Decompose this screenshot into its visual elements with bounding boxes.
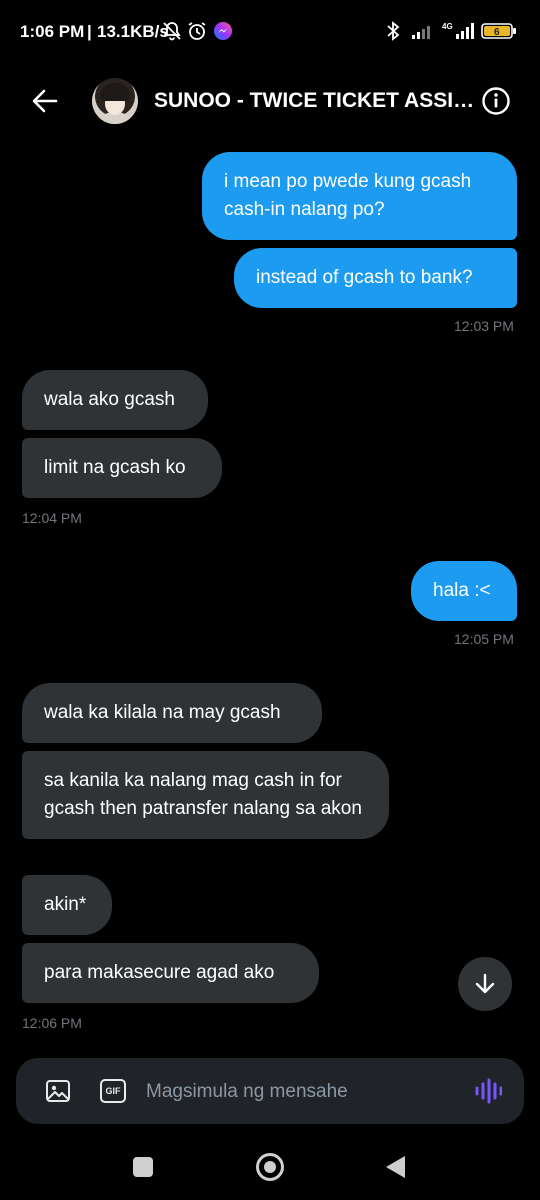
conversation-title[interactable]: SUNOO - TWICE TICKET ASSISTANCE — [154, 89, 480, 113]
avatar[interactable] — [92, 78, 138, 124]
message-bubble-sent[interactable]: i mean po pwede kung gcash cash-in nalan… — [202, 152, 517, 240]
message-text: para makasecure agad ako — [44, 962, 275, 983]
message-bubble-received[interactable]: para makasecure agad ako — [22, 943, 319, 1003]
message-text: i mean po pwede kung gcash cash-in nalan… — [224, 171, 472, 220]
recents-button[interactable] — [133, 1157, 153, 1177]
message-bubble-received[interactable]: wala ka kilala na may gcash — [22, 683, 322, 743]
alarm-icon — [187, 21, 207, 46]
home-button[interactable] — [256, 1153, 284, 1181]
svg-text:6: 6 — [494, 27, 500, 38]
conversation-header: SUNOO - TWICE TICKET ASSISTANCE — [0, 64, 540, 140]
message-timestamp: 12:03 PM — [454, 318, 514, 334]
status-net-speed: 13.1KB/s — [97, 22, 169, 41]
gif-button[interactable]: GIF — [100, 1079, 126, 1103]
status-bar: 1:06 PM | 13.1KB/s 4G 6 — [0, 0, 540, 64]
message-text: sa kanila ka nalang mag cash in for gcas… — [44, 770, 362, 819]
signal-icon — [410, 21, 436, 46]
battery-icon: 6 — [481, 21, 519, 46]
bluetooth-icon — [385, 21, 401, 46]
message-timestamp: 12:06 PM — [22, 1015, 82, 1031]
signal-4g-icon: 4G — [442, 21, 476, 46]
message-input[interactable] — [146, 1078, 446, 1106]
messenger-icon — [213, 21, 233, 46]
message-composer: GIF — [16, 1058, 524, 1124]
message-text: wala ako gcash — [44, 389, 175, 410]
system-back-button[interactable] — [386, 1156, 405, 1178]
mute-bell-icon — [162, 21, 182, 46]
info-button[interactable] — [481, 86, 511, 116]
message-bubble-sent[interactable]: instead of gcash to bank? — [234, 248, 517, 308]
message-timestamp: 12:05 PM — [454, 631, 514, 647]
scroll-to-bottom-button[interactable] — [458, 957, 512, 1011]
svg-text:4G: 4G — [442, 22, 453, 31]
message-text: akin* — [44, 894, 87, 915]
arrow-down-icon — [475, 973, 495, 994]
status-separator: | — [87, 22, 92, 41]
system-navigation-bar — [0, 1132, 540, 1200]
back-button[interactable] — [30, 86, 60, 116]
message-bubble-received[interactable]: wala ako gcash — [22, 370, 208, 430]
info-icon — [482, 87, 510, 115]
message-bubble-received[interactable]: sa kanila ka nalang mag cash in for gcas… — [22, 751, 389, 839]
message-text: hala :< — [433, 580, 491, 601]
status-time: 1:06 PM — [20, 22, 85, 41]
message-text: limit na gcash ko — [44, 457, 186, 478]
arrow-left-icon — [32, 89, 58, 113]
message-bubble-sent[interactable]: hala :< — [411, 561, 517, 621]
voice-waveform-icon[interactable] — [474, 1077, 503, 1110]
message-text: wala ka kilala na may gcash — [44, 702, 281, 723]
message-bubble-received[interactable]: limit na gcash ko — [22, 438, 222, 498]
message-timestamp: 12:04 PM — [22, 510, 82, 526]
message-text: instead of gcash to bank? — [256, 267, 473, 288]
message-bubble-received[interactable]: akin* — [22, 875, 112, 935]
image-icon[interactable] — [45, 1079, 71, 1108]
